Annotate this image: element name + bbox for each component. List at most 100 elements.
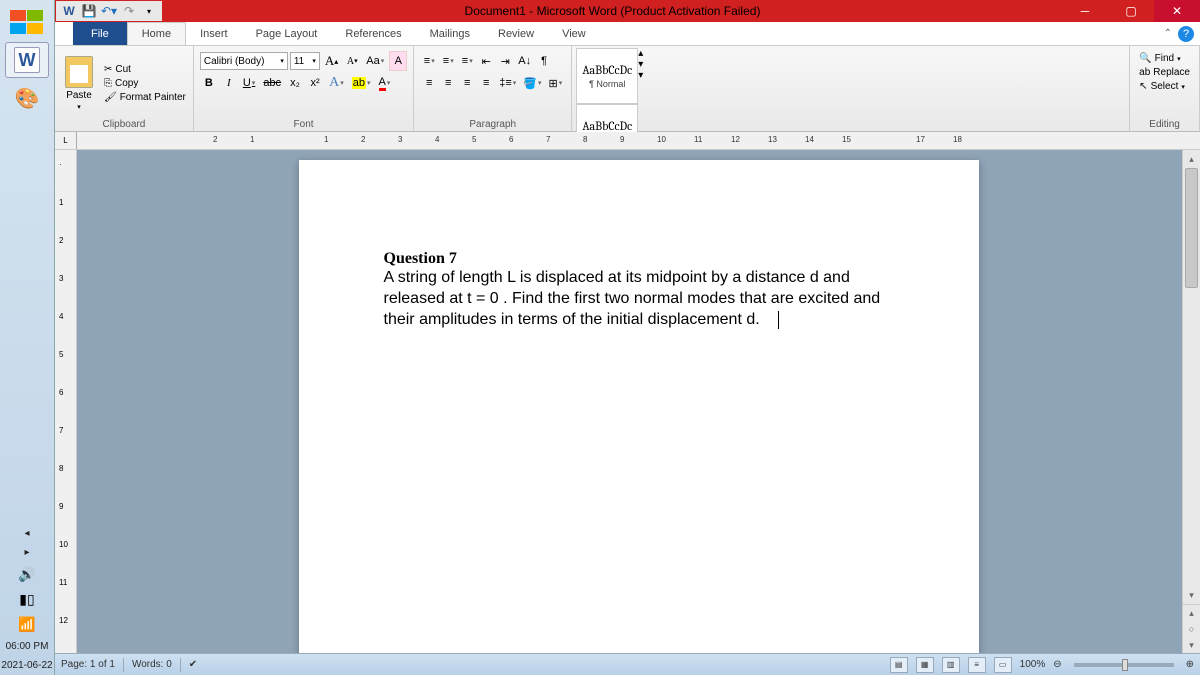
qat-customize[interactable]: ▾ bbox=[140, 2, 158, 20]
network-icon[interactable]: 📶 bbox=[18, 616, 35, 633]
app-menu-icon[interactable]: W bbox=[60, 2, 78, 20]
grow-font-button[interactable]: A▴ bbox=[322, 51, 341, 71]
style-item-0[interactable]: AaBbCcDc¶ Normal bbox=[576, 48, 638, 104]
copy-button[interactable]: ⎘Copy bbox=[101, 77, 189, 90]
status-page[interactable]: Page: 1 of 1 bbox=[61, 659, 115, 670]
taskbar-paint[interactable]: 🎨 bbox=[5, 80, 49, 116]
tray-next[interactable]: ▸ bbox=[24, 543, 29, 562]
quick-access-toolbar: W 💾 ↶▾ ↷ ▾ bbox=[56, 1, 162, 21]
align-right-button[interactable]: ≡ bbox=[458, 73, 476, 93]
view-web-layout[interactable]: ▥ bbox=[942, 657, 960, 673]
titlebar: W 💾 ↶▾ ↷ ▾ Document1 - Microsoft Word (P… bbox=[55, 0, 1200, 22]
text-effects-button[interactable]: A bbox=[326, 73, 347, 93]
view-draft[interactable]: ▭ bbox=[994, 657, 1012, 673]
minimize-button[interactable]: ─ bbox=[1062, 0, 1108, 22]
battery-icon[interactable]: ▮▯ bbox=[19, 591, 34, 608]
sort-button[interactable]: A↓ bbox=[515, 51, 534, 71]
statusbar: Page: 1 of 1 Words: 0 ✔ ▤ ▦ ▥ ≡ ▭ 100% ⊖… bbox=[55, 653, 1200, 675]
tab-insert[interactable]: Insert bbox=[186, 22, 242, 45]
strikethrough-button[interactable]: abc bbox=[260, 73, 284, 93]
tray-prev[interactable]: ◂ bbox=[24, 524, 29, 543]
decrease-indent-button[interactable]: ⇤ bbox=[477, 51, 495, 71]
bullets-button[interactable]: ≡ bbox=[420, 51, 438, 71]
cut-button[interactable]: ✂Cut bbox=[101, 63, 189, 76]
volume-icon[interactable]: 🔊 bbox=[18, 566, 35, 583]
window-title: Document1 - Microsoft Word (Product Acti… bbox=[163, 4, 1062, 18]
align-center-button[interactable]: ≡ bbox=[439, 73, 457, 93]
palette-icon: 🎨 bbox=[15, 86, 40, 111]
next-page-icon[interactable]: ▾ bbox=[1183, 637, 1200, 653]
show-marks-button[interactable]: ¶ bbox=[535, 51, 553, 71]
underline-button[interactable]: U bbox=[240, 73, 258, 93]
ruler-horizontal[interactable]: L 211234567891011121314151718 bbox=[55, 132, 1200, 150]
tab-review[interactable]: Review bbox=[484, 22, 548, 45]
zoom-level[interactable]: 100% bbox=[1020, 659, 1046, 670]
prev-page-icon[interactable]: ▴ bbox=[1183, 605, 1200, 621]
page[interactable]: Question 7 A string of length L is displ… bbox=[299, 160, 979, 653]
increase-indent-button[interactable]: ⇥ bbox=[496, 51, 514, 71]
taskbar-word[interactable]: W bbox=[5, 42, 49, 78]
find-button[interactable]: 🔍Find▾ bbox=[1136, 52, 1193, 65]
ruler-vertical[interactable]: ·123456789101112 bbox=[55, 150, 77, 653]
question-title[interactable]: Question 7 bbox=[384, 250, 894, 268]
help-icon[interactable]: ? bbox=[1178, 26, 1194, 42]
tab-page-layout[interactable]: Page Layout bbox=[242, 22, 332, 45]
status-words[interactable]: Words: 0 bbox=[132, 659, 172, 670]
clock-date[interactable]: 2021-06-22 bbox=[1, 656, 52, 675]
scroll-up-icon[interactable]: ▴ bbox=[1183, 150, 1200, 168]
font-name-combo[interactable]: Calibri (Body)▾ bbox=[200, 52, 288, 70]
maximize-button[interactable]: ▢ bbox=[1108, 0, 1154, 22]
format-painter-button[interactable]: 🖌Format Painter bbox=[101, 91, 189, 104]
file-tab[interactable]: File bbox=[73, 22, 127, 45]
subscript-button[interactable]: x₂ bbox=[286, 73, 304, 93]
superscript-button[interactable]: x² bbox=[306, 73, 324, 93]
paste-button[interactable]: Paste ▾ bbox=[59, 48, 99, 118]
copy-icon: ⎘ bbox=[104, 78, 112, 89]
clock-time[interactable]: 06:00 PM bbox=[6, 637, 49, 656]
view-print-layout[interactable]: ▤ bbox=[890, 657, 908, 673]
line-spacing-button[interactable]: ‡≡ bbox=[496, 73, 519, 93]
tab-view[interactable]: View bbox=[548, 22, 600, 45]
numbering-button[interactable]: ≡ bbox=[439, 51, 457, 71]
undo-button[interactable]: ↶▾ bbox=[100, 2, 118, 20]
clear-formatting-button[interactable]: A bbox=[389, 51, 407, 71]
redo-button[interactable]: ↷ bbox=[120, 2, 138, 20]
shrink-font-button[interactable]: A▾ bbox=[343, 51, 361, 71]
close-button[interactable]: ✕ bbox=[1154, 0, 1200, 22]
align-left-button[interactable]: ≡ bbox=[420, 73, 438, 93]
browse-object-icon[interactable]: ○ bbox=[1183, 621, 1200, 637]
replace-button[interactable]: abReplace bbox=[1136, 66, 1193, 79]
select-button[interactable]: ↖Select▾ bbox=[1136, 80, 1193, 93]
shading-button[interactable]: 🪣 bbox=[520, 73, 544, 93]
scroll-down-icon[interactable]: ▾ bbox=[1183, 586, 1200, 604]
style-name: ¶ Normal bbox=[589, 79, 625, 89]
zoom-out-button[interactable]: ⊖ bbox=[1053, 659, 1061, 670]
view-full-screen[interactable]: ▦ bbox=[916, 657, 934, 673]
question-body[interactable]: A string of length L is displaced at its… bbox=[384, 268, 894, 330]
minimize-ribbon-icon[interactable]: ⌃ bbox=[1164, 28, 1172, 39]
zoom-slider[interactable] bbox=[1074, 663, 1174, 667]
multilevel-button[interactable]: ≡ bbox=[458, 51, 476, 71]
highlight-button[interactable]: ab bbox=[349, 73, 374, 93]
group-styles: AaBbCcDc¶ NormalAaBbCcDc¶ No Spaci...AaB… bbox=[572, 46, 1130, 131]
tab-home[interactable]: Home bbox=[127, 22, 186, 45]
zoom-slider-thumb[interactable] bbox=[1122, 659, 1128, 671]
font-size-combo[interactable]: 11▾ bbox=[290, 52, 320, 70]
start-button[interactable] bbox=[5, 4, 49, 40]
italic-button[interactable]: I bbox=[220, 73, 238, 93]
save-icon[interactable]: 💾 bbox=[80, 2, 98, 20]
tab-references[interactable]: References bbox=[331, 22, 415, 45]
font-color-button[interactable]: A bbox=[375, 73, 393, 93]
ruler-corner[interactable]: L bbox=[55, 132, 77, 149]
proofing-icon[interactable]: ✔ bbox=[189, 659, 197, 670]
scroll-thumb[interactable] bbox=[1185, 168, 1198, 288]
justify-button[interactable]: ≡ bbox=[477, 73, 495, 93]
scrollbar-vertical[interactable]: ▴ ▾ ▴ ○ ▾ bbox=[1182, 150, 1200, 653]
zoom-in-button[interactable]: ⊕ bbox=[1186, 659, 1194, 670]
page-viewport[interactable]: Question 7 A string of length L is displ… bbox=[77, 150, 1200, 653]
change-case-button[interactable]: Aa bbox=[363, 51, 387, 71]
view-outline[interactable]: ≡ bbox=[968, 657, 986, 673]
bold-button[interactable]: B bbox=[200, 73, 218, 93]
tab-mailings[interactable]: Mailings bbox=[416, 22, 484, 45]
borders-button[interactable]: ⊞ bbox=[546, 73, 566, 93]
